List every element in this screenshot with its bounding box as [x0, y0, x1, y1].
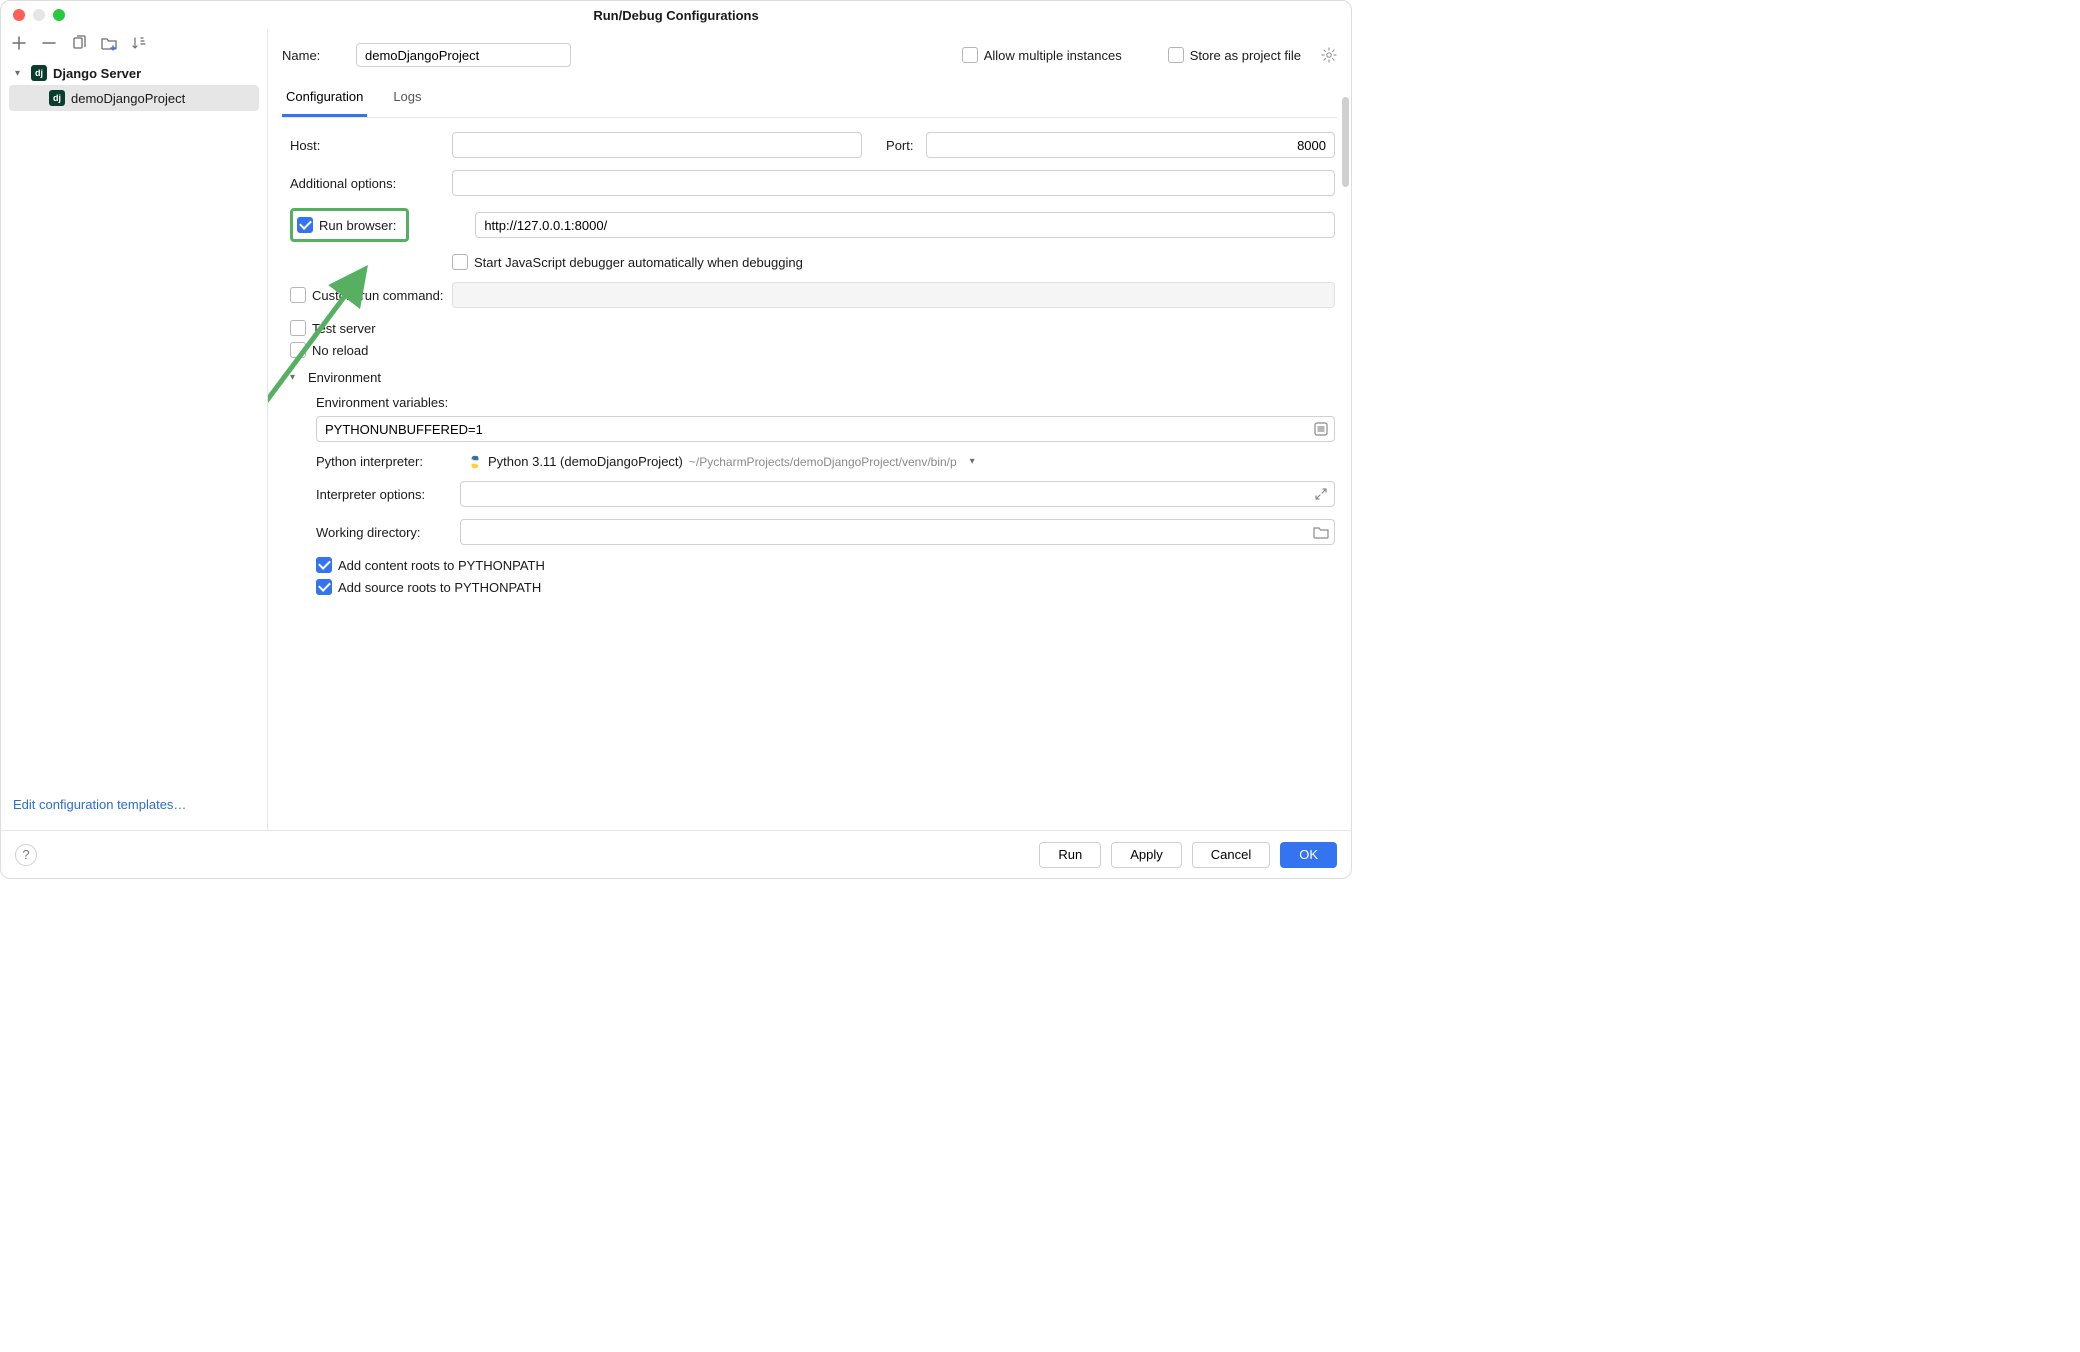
no-reload-checkbox[interactable]: No reload: [290, 342, 368, 358]
run-button[interactable]: Run: [1039, 842, 1101, 868]
run-browser-checkbox[interactable]: [297, 217, 313, 233]
interpreter-select[interactable]: Python 3.11 (demoDjangoProject) ~/Pychar…: [460, 454, 981, 469]
working-dir-label: Working directory:: [316, 525, 450, 540]
name-input[interactable]: [356, 43, 571, 67]
python-icon: [468, 455, 482, 469]
scrollbar-thumb[interactable]: [1342, 97, 1349, 187]
interpreter-name: Python 3.11 (demoDjangoProject): [488, 454, 683, 469]
list-icon[interactable]: [1313, 421, 1329, 437]
tree-item-demo-django-project[interactable]: dj demoDjangoProject: [9, 85, 259, 111]
env-vars-label: Environment variables:: [316, 395, 1335, 410]
main-panel: Name: Allow multiple instances Store as …: [268, 29, 1351, 830]
start-js-debugger-label: Start JavaScript debugger automatically …: [474, 255, 803, 270]
additional-options-label: Additional options:: [290, 176, 440, 191]
add-icon[interactable]: [11, 35, 27, 51]
interpreter-path: ~/PycharmProjects/demoDjangoProject/venv…: [689, 455, 957, 469]
store-as-project-file-label: Store as project file: [1190, 48, 1301, 63]
run-browser-label: Run browser:: [319, 218, 396, 233]
tabs: Configuration Logs: [282, 81, 1337, 118]
sidebar: ▾ dj Django Server dj demoDjangoProject …: [1, 29, 268, 830]
cancel-button[interactable]: Cancel: [1192, 842, 1270, 868]
port-label: Port:: [874, 138, 914, 153]
add-content-roots-label: Add content roots to PYTHONPATH: [338, 558, 545, 573]
expand-icon[interactable]: [1313, 486, 1329, 502]
run-browser-url-input[interactable]: [475, 212, 1335, 238]
start-js-debugger-checkbox[interactable]: Start JavaScript debugger automatically …: [452, 254, 803, 270]
store-as-project-file-checkbox[interactable]: Store as project file: [1168, 47, 1301, 63]
add-content-roots-checkbox[interactable]: Add content roots to PYTHONPATH: [316, 557, 545, 573]
ok-button[interactable]: OK: [1280, 842, 1337, 868]
no-reload-label: No reload: [312, 343, 368, 358]
add-source-roots-checkbox[interactable]: Add source roots to PYTHONPATH: [316, 579, 541, 595]
custom-run-command-input: [452, 282, 1335, 308]
environment-section-header[interactable]: ▾ Environment: [290, 370, 1335, 385]
additional-options-input[interactable]: [452, 170, 1335, 196]
chevron-down-icon: ▾: [15, 68, 25, 79]
run-browser-highlight: Run browser:: [290, 208, 409, 242]
working-dir-input[interactable]: [460, 519, 1335, 545]
allow-multiple-checkbox[interactable]: Allow multiple instances: [962, 47, 1122, 63]
interpreter-options-input[interactable]: [460, 481, 1335, 507]
tree-group-label: Django Server: [53, 66, 141, 81]
gear-icon[interactable]: [1321, 47, 1337, 63]
host-label: Host:: [290, 138, 440, 153]
test-server-label: Test server: [312, 321, 376, 336]
django-icon: dj: [31, 65, 47, 81]
environment-section-label: Environment: [308, 370, 381, 385]
add-source-roots-label: Add source roots to PYTHONPATH: [338, 580, 541, 595]
sort-icon[interactable]: [131, 35, 147, 51]
chevron-down-icon: ▾: [290, 372, 302, 383]
sidebar-toolbar: [1, 29, 267, 59]
window-title: Run/Debug Configurations: [1, 8, 1351, 23]
folder-icon[interactable]: [1313, 524, 1329, 540]
copy-icon[interactable]: [71, 35, 87, 51]
footer: ? Run Apply Cancel OK: [1, 830, 1351, 878]
tab-logs[interactable]: Logs: [389, 81, 425, 117]
port-input[interactable]: [926, 132, 1336, 158]
django-icon: dj: [49, 90, 65, 106]
custom-run-command-checkbox[interactable]: Custom run command:: [290, 287, 440, 303]
config-tree: ▾ dj Django Server dj demoDjangoProject: [1, 59, 267, 789]
tree-group-django-server[interactable]: ▾ dj Django Server: [9, 61, 259, 85]
name-label: Name:: [282, 48, 342, 63]
titlebar: Run/Debug Configurations: [1, 1, 1351, 29]
help-button[interactable]: ?: [15, 844, 37, 866]
folder-add-icon[interactable]: [101, 35, 117, 51]
interpreter-options-label: Interpreter options:: [316, 487, 450, 502]
tree-item-label: demoDjangoProject: [71, 91, 185, 106]
apply-button[interactable]: Apply: [1111, 842, 1182, 868]
edit-configuration-templates-link[interactable]: Edit configuration templates…: [1, 789, 267, 830]
chevron-down-icon: ▾: [970, 456, 975, 467]
env-vars-input[interactable]: [316, 416, 1335, 442]
remove-icon[interactable]: [41, 35, 57, 51]
interpreter-label: Python interpreter:: [316, 454, 450, 469]
custom-run-command-label: Custom run command:: [312, 288, 444, 303]
tab-configuration[interactable]: Configuration: [282, 81, 367, 117]
test-server-checkbox[interactable]: Test server: [290, 320, 376, 336]
host-input[interactable]: [452, 132, 862, 158]
allow-multiple-label: Allow multiple instances: [984, 48, 1122, 63]
